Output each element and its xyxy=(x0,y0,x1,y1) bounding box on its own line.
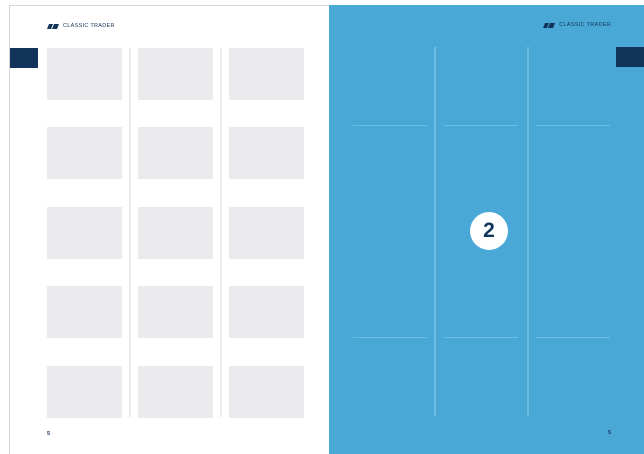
image-placeholder xyxy=(47,48,122,100)
image-placeholder xyxy=(47,127,122,179)
right-page: CLASSIC TRADER 2 5 xyxy=(329,5,644,454)
column-rule xyxy=(527,47,529,416)
left-page: CLASSIC TRADER 5 xyxy=(9,5,329,454)
classic-trader-logo-icon xyxy=(543,22,556,28)
image-placeholder xyxy=(229,127,304,179)
image-placeholder xyxy=(138,207,213,259)
image-placeholder xyxy=(138,366,213,418)
image-placeholder xyxy=(47,286,122,338)
horizontal-rule xyxy=(536,125,610,126)
image-placeholder xyxy=(229,48,304,100)
column-rule xyxy=(129,48,131,417)
horizontal-rule xyxy=(444,125,518,126)
page-number-right: 5 xyxy=(607,430,611,436)
image-placeholder xyxy=(138,286,213,338)
column-rule xyxy=(220,48,222,417)
section-tab-left xyxy=(10,48,38,68)
section-tab-right xyxy=(616,47,644,67)
image-placeholder xyxy=(229,207,304,259)
brand-name: CLASSIC TRADER xyxy=(63,23,115,29)
image-placeholder xyxy=(229,286,304,338)
magazine-spread: CLASSIC TRADER 5 CLASSIC TRADER 2 5 xyxy=(0,0,644,454)
brand-name: CLASSIC TRADER xyxy=(559,22,611,28)
brand-header-right: CLASSIC TRADER xyxy=(543,22,611,28)
brand-header-left: CLASSIC TRADER xyxy=(47,23,115,29)
classic-trader-logo-icon xyxy=(47,23,59,29)
horizontal-rule xyxy=(444,337,518,338)
image-placeholder xyxy=(138,48,213,100)
horizontal-rule xyxy=(353,337,427,338)
page-number-badge: 2 xyxy=(470,212,508,250)
horizontal-rule xyxy=(536,337,610,338)
image-placeholder xyxy=(229,366,304,418)
horizontal-rule xyxy=(353,125,427,126)
image-placeholder xyxy=(138,127,213,179)
page-number-left: 5 xyxy=(47,431,51,437)
image-placeholder xyxy=(47,366,122,418)
image-placeholder xyxy=(47,207,122,259)
column-rule xyxy=(434,47,436,416)
